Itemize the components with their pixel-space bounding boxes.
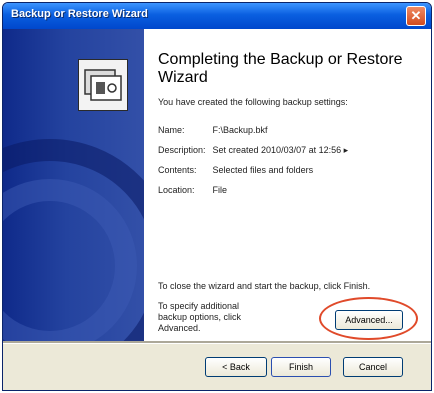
close-icon: ✕ [410, 8, 422, 23]
window-title: Backup or Restore Wizard [11, 8, 148, 20]
setting-label: Description: [158, 145, 206, 155]
finish-button[interactable]: Finish [271, 357, 331, 377]
advanced-instruction: To specify additional backup options, cl… [158, 301, 242, 333]
finish-instruction: To close the wizard and start the backup… [158, 281, 371, 291]
setting-label: Contents: [158, 165, 197, 175]
setting-row-name: Name: F:\Backup.bkf [158, 125, 268, 135]
setting-value: Set created 2010/03/07 at 12:56 ▸ [212, 145, 349, 155]
back-button[interactable]: < Back [205, 357, 267, 377]
setting-label: Name: [158, 125, 185, 135]
close-button[interactable]: ✕ [406, 6, 426, 26]
setting-value: Selected files and folders [212, 165, 314, 175]
footer-divider [3, 341, 431, 344]
title-bar[interactable]: Backup or Restore Wizard ✕ [3, 3, 431, 29]
setting-value: File [212, 185, 228, 195]
wizard-window: Backup or Restore Wizard ✕ Completing th… [2, 2, 432, 391]
setting-row-description: Description: Set created 2010/03/07 at 1… [158, 145, 348, 156]
intro-text: You have created the following backup se… [158, 97, 348, 107]
page-title: Completing the Backup or Restore Wizard [158, 51, 403, 86]
cancel-button[interactable]: Cancel [343, 357, 403, 377]
setting-value: F:\Backup.bkf [212, 125, 268, 135]
wizard-side-banner [3, 29, 144, 341]
setting-label: Location: [158, 185, 195, 195]
advanced-button[interactable]: Advanced... [335, 310, 403, 330]
wizard-content: Completing the Backup or Restore Wizard … [144, 29, 431, 341]
setting-row-location: Location: File [158, 185, 227, 195]
backup-wizard-icon [78, 59, 128, 111]
setting-row-contents: Contents: Selected files and folders [158, 165, 313, 175]
